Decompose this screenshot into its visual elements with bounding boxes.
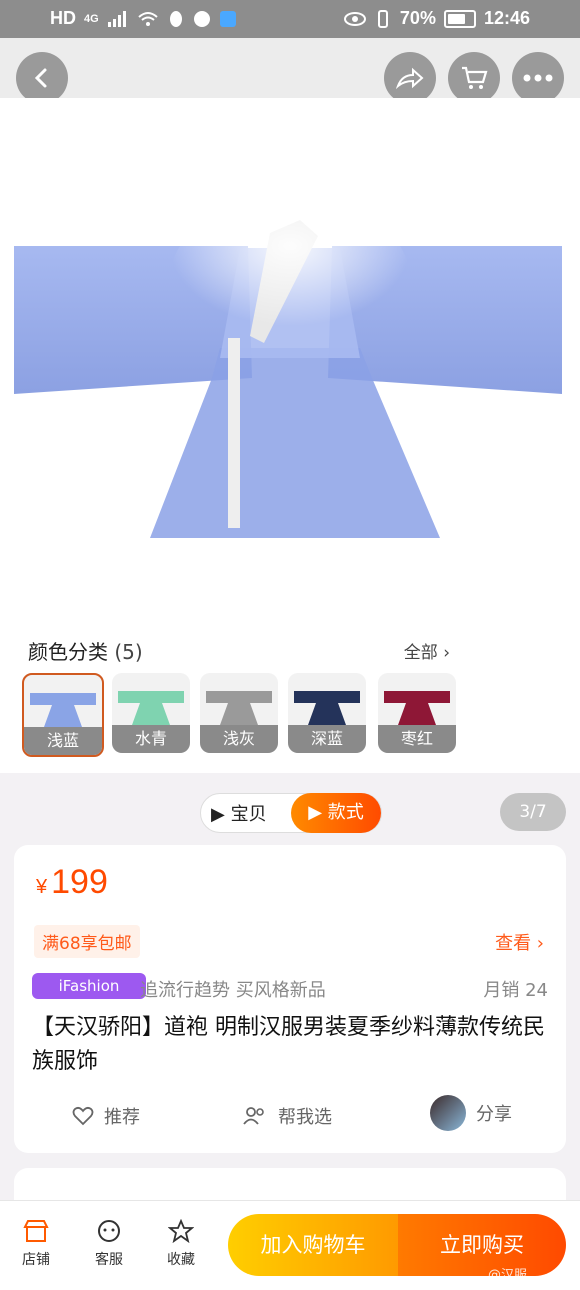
add-to-cart-button[interactable]: 加入购物车 [228,1214,398,1276]
robe-thumb [384,691,450,725]
battery-percent: 70% [399,8,436,28]
color-label: 浅灰 [200,725,278,753]
status-bar: HD 4G 70% 12:46 [0,0,580,38]
watermark: @汉服 [488,1268,528,1283]
color-title: 颜色分类 (5) [28,640,143,664]
wifi-icon [138,11,158,26]
color-label: 深蓝 [288,725,366,753]
star-icon [168,1219,194,1243]
share-product-button[interactable]: 分享 [430,1095,512,1131]
buy-now-button[interactable]: 立即购买 [398,1214,566,1276]
avatar [430,1095,466,1131]
color-option-light-blue[interactable]: 浅蓝 [22,673,104,757]
tab-item[interactable]: ▶ 宝贝 [211,800,267,826]
shop-icon [23,1220,49,1242]
ifashion-badge[interactable]: iFashion [32,973,146,999]
back-icon [34,68,47,88]
product-info-card: ¥199 满68享包邮 查看 › iFashion 追流行趋势 买风格新品 月销… [14,845,566,1153]
cart-icon [462,66,488,89]
more-button[interactable] [512,52,564,104]
cart-button[interactable] [448,52,500,104]
more-icon [523,74,553,82]
robe-illustration [14,198,562,538]
monthly-sales: 月销 24 [483,980,548,1001]
app2-icon [219,10,236,27]
robe-thumb [30,693,96,727]
battery-icon [443,9,476,28]
color-option-light-gray[interactable]: 浅灰 [200,673,278,753]
color-label: 浅蓝 [24,727,102,755]
color-option-jujube-red[interactable]: 枣红 [378,673,456,753]
product-title: 【天汉骄阳】道袍 明制汉服男装夏季纱料薄款传统民族服饰 [32,1015,545,1074]
top-nav [0,38,580,104]
share-icon [396,67,424,89]
product-image[interactable] [0,98,580,628]
status-right: 70% 12:46 [343,8,530,29]
all-colors-link[interactable]: 全部 › [404,638,450,663]
shipping-badge: 满68享包邮 [34,925,140,958]
heart-icon [72,1106,94,1126]
color-label: 枣红 [378,725,456,753]
robe-thumb [206,691,272,725]
recommend-button[interactable]: 推荐 [72,1103,140,1129]
favorite-button[interactable]: 收藏 [156,1219,206,1269]
status-left: HD 4G [50,8,237,29]
color-option-dark-blue[interactable]: 深蓝 [288,673,366,753]
view-link[interactable]: 查看 › [495,929,544,955]
signal-icon [107,10,126,27]
color-option-teal[interactable]: 水青 [112,673,190,753]
hd-icon: HD [50,8,76,28]
share-button[interactable] [384,52,436,104]
slogan: 追流行趋势 买风格新品 [140,980,326,1001]
4g-icon: 4G [84,12,99,25]
back-button[interactable] [16,52,68,104]
help-choose-button[interactable]: 帮我选 [242,1103,332,1129]
app-icon [193,10,210,27]
media-tabs: ▶ 宝贝 ▶ 款式 [200,793,382,833]
image-pager: 3/7 [500,793,566,831]
color-label: 水青 [112,725,190,753]
clock: 12:46 [483,8,530,28]
robe-thumb [294,691,360,725]
service-icon [98,1220,120,1242]
service-button[interactable]: 客服 [84,1219,134,1269]
robe-thumb [118,691,184,725]
qq-icon [169,10,182,27]
shop-button[interactable]: 店铺 [11,1219,61,1269]
people-icon [243,1107,264,1125]
color-section: 颜色分类 (5) 全部 › 浅蓝 水青 浅灰 深蓝 枣红 [0,628,580,773]
tab-style[interactable]: ▶ 款式 [291,793,381,833]
product-actions: 推荐 帮我选 分享 [14,1095,566,1139]
price: ¥199 [36,863,108,901]
eye-icon [343,11,366,26]
vibrate-icon [377,9,388,28]
